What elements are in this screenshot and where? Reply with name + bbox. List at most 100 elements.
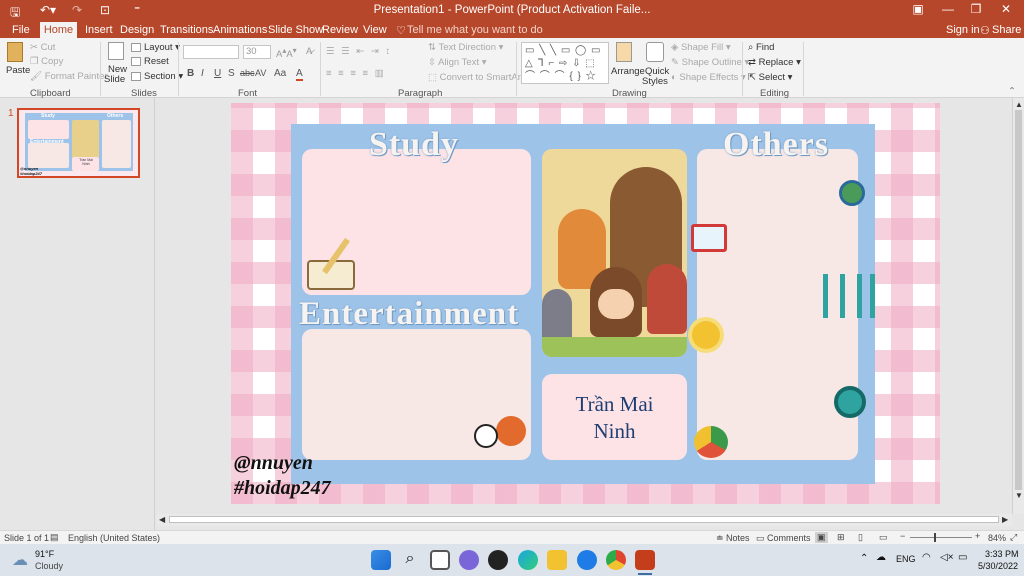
clock-time[interactable]: 3:33 PM — [985, 549, 1019, 559]
search-icon[interactable]: ⌕ — [400, 550, 420, 570]
horizontal-scrollbar[interactable]: ◀ ▶ — [157, 514, 1012, 526]
edge-icon[interactable] — [518, 550, 538, 570]
strikethrough-button[interactable]: abc — [240, 68, 255, 78]
paste-icon[interactable] — [7, 42, 23, 62]
language-indicator[interactable]: English (United States) — [68, 533, 160, 543]
clear-format-icon[interactable]: A̷ — [306, 46, 312, 57]
scroll-down-icon[interactable]: ▼ — [1015, 491, 1023, 500]
quick-styles-icon[interactable] — [646, 42, 664, 62]
shape-effects-button[interactable]: ◐ Shape Effects ▾ — [671, 72, 746, 83]
vertical-scrollbar[interactable]: ▲ ▼ — [1012, 98, 1024, 514]
scroll-up-icon[interactable]: ▲ — [1015, 100, 1023, 109]
comments-button[interactable]: ▭ Comments — [756, 533, 811, 544]
tab-review[interactable]: Review — [322, 24, 358, 36]
text-direction-button[interactable]: ⇅ Text Direction ▾ — [428, 42, 503, 53]
chat-icon[interactable] — [459, 550, 479, 570]
bullets-icon[interactable]: ☰ ☰ ⇤ ⇥ ↕ — [326, 46, 392, 57]
tell-me-box[interactable]: Tell me what you want to do — [407, 24, 543, 36]
replace-button[interactable]: ⇄ Replace ▾ — [748, 57, 801, 68]
file-explorer-icon[interactable] — [547, 550, 567, 570]
spacing-button[interactable]: AV — [255, 68, 266, 78]
reading-view-icon[interactable]: ▯ — [858, 532, 863, 543]
new-slide-icon[interactable] — [108, 42, 124, 60]
slide-thumbnail[interactable]: Study Others Entertainment Trần Mai Ninh… — [17, 108, 140, 178]
task-view-icon[interactable] — [430, 550, 450, 570]
shape-fill-button[interactable]: ◈ Shape Fill ▾ — [671, 42, 731, 53]
weather-temp[interactable]: 91°F — [35, 549, 54, 559]
zoom-out-icon[interactable]: − — [900, 531, 905, 541]
change-case-button[interactable]: Aa — [274, 68, 286, 79]
font-size-input[interactable]: 30 — [243, 45, 271, 59]
slideshow-view-icon[interactable]: ▭ — [879, 532, 888, 543]
shadow-button[interactable]: S — [228, 68, 235, 79]
study-title[interactable]: Study — [369, 126, 459, 164]
underline-button[interactable]: U — [214, 68, 221, 79]
scroll-left-icon[interactable]: ◀ — [159, 515, 165, 524]
tab-file[interactable]: File — [12, 24, 30, 36]
tab-home[interactable]: Home — [40, 22, 77, 38]
italic-button[interactable]: I — [201, 68, 204, 79]
font-grow-icon[interactable]: A▴A▾ — [276, 46, 297, 60]
tab-transitions[interactable]: Transitions — [160, 24, 213, 36]
paste-button[interactable]: Paste — [6, 65, 30, 76]
bold-button[interactable]: B — [187, 68, 194, 79]
wifi-icon[interactable]: ◠ — [922, 552, 931, 563]
battery-icon[interactable]: ▭ — [958, 552, 967, 563]
minimize-button[interactable]: — — [934, 2, 962, 16]
scroll-thumb-h[interactable] — [169, 516, 999, 523]
copy-button[interactable]: ❐ Copy — [30, 56, 63, 67]
tab-animations[interactable]: Animations — [213, 24, 267, 36]
windows-start-icon[interactable] — [371, 550, 391, 570]
align-text-button[interactable]: ⇳ Align Text ▾ — [428, 57, 487, 68]
chrome-icon[interactable] — [606, 550, 626, 570]
others-title[interactable]: Others — [723, 126, 829, 164]
slide-sorter-icon[interactable]: ⊞ — [837, 532, 845, 543]
align-icons[interactable]: ≡ ≡ ≡ ≡ ▥ — [326, 68, 386, 79]
spellcheck-icon[interactable]: ▤ — [50, 532, 59, 543]
normal-view-icon[interactable]: ▣ — [815, 532, 828, 543]
shapes-gallery[interactable]: ▭ ╲ ╲ ▭ ◯ ▭ △ ᒣ ⌐ ⇨ ⇩ ⬚ ⌒ ⌒ ⌒ { } ☆ — [521, 42, 609, 84]
restore-button[interactable]: ❐ — [962, 2, 990, 16]
reset-button[interactable]: Reset — [131, 56, 169, 67]
arrange-button[interactable]: Arrange — [611, 66, 645, 77]
clock-date[interactable]: 5/30/2022 — [978, 561, 1018, 571]
scroll-thumb[interactable] — [1015, 110, 1022, 490]
ribbon-display-icon[interactable]: ▣ — [904, 2, 932, 16]
tab-view[interactable]: View — [363, 24, 387, 36]
scroll-right-icon[interactable]: ▶ — [1002, 515, 1008, 524]
format-painter-button[interactable]: 🖌 Format Painter — [30, 71, 108, 82]
speaker-icon[interactable]: ◁× — [940, 552, 954, 563]
tab-slide-show[interactable]: Slide Show — [268, 24, 323, 36]
font-color-button[interactable]: A — [296, 68, 303, 81]
find-button[interactable]: ⌕ Find — [748, 42, 774, 53]
sign-in-link[interactable]: Sign in — [946, 24, 980, 36]
section-button[interactable]: Section ▾ — [131, 71, 183, 82]
share-button[interactable]: Share — [992, 24, 1021, 36]
thumb-watermark-2: #hoidap247 — [20, 171, 43, 176]
zoom-slider-thumb[interactable] — [934, 533, 936, 542]
tab-insert[interactable]: Insert — [85, 24, 113, 36]
dell-icon[interactable] — [488, 550, 508, 570]
powerpoint-icon[interactable] — [635, 550, 655, 570]
tab-design[interactable]: Design — [120, 24, 154, 36]
notes-button[interactable]: ≐ Notes — [716, 533, 750, 544]
shape-outline-button[interactable]: ✎ Shape Outline ▾ — [671, 57, 749, 68]
zalo-icon[interactable] — [577, 550, 597, 570]
close-button[interactable]: ✕ — [992, 2, 1020, 16]
chevron-up-icon[interactable]: ⌃ — [860, 553, 868, 564]
zoom-slider[interactable] — [910, 537, 972, 538]
layout-button[interactable]: Layout ▾ — [131, 42, 180, 53]
fit-slide-icon[interactable]: ⤢ — [1010, 532, 1017, 543]
cut-button[interactable]: ✂ Cut — [30, 42, 55, 53]
zoom-in-icon[interactable]: + — [975, 531, 980, 541]
weather-condition[interactable]: Cloudy — [35, 561, 63, 571]
font-name-input[interactable] — [183, 45, 239, 59]
cloud-sync-icon[interactable]: ☁ — [876, 552, 886, 563]
arrange-icon[interactable] — [616, 42, 632, 62]
entertainment-title[interactable]: Entertainment — [299, 296, 519, 333]
select-button[interactable]: ⇱ Select ▾ — [748, 72, 792, 83]
name-panel[interactable]: Trần Mai Ninh — [542, 374, 687, 460]
collapse-ribbon-icon[interactable]: ⌃ — [1008, 86, 1016, 97]
input-language[interactable]: ENG — [896, 554, 916, 564]
zoom-level[interactable]: 84% — [988, 533, 1006, 543]
